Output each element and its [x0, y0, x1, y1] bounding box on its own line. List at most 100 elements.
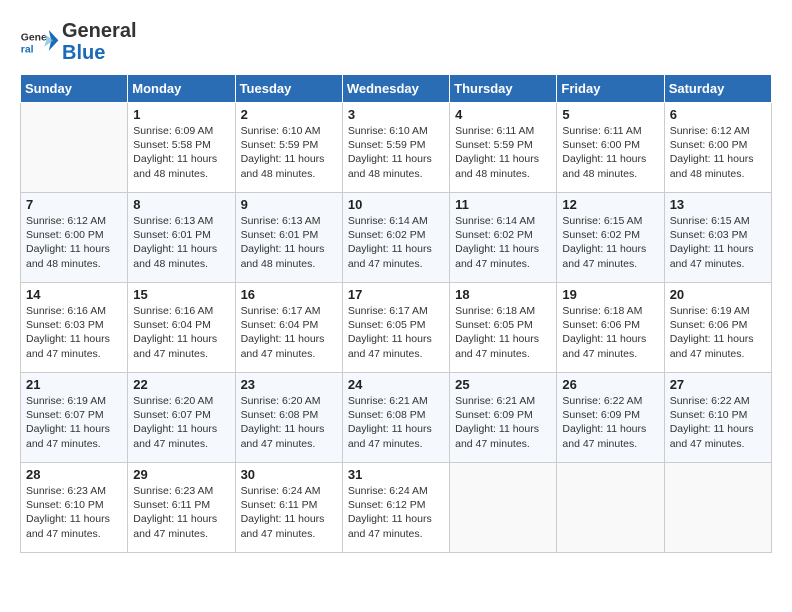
day-info: Sunrise: 6:19 AMSunset: 6:06 PMDaylight:… — [670, 304, 766, 361]
calendar-cell: 13 Sunrise: 6:15 AMSunset: 6:03 PMDayligh… — [664, 193, 771, 283]
weekday-header-tuesday: Tuesday — [235, 75, 342, 103]
calendar-cell: 9 Sunrise: 6:13 AMSunset: 6:01 PMDaylight… — [235, 193, 342, 283]
day-info: Sunrise: 6:15 AMSunset: 6:03 PMDaylight:… — [670, 214, 766, 271]
calendar-cell: 3 Sunrise: 6:10 AMSunset: 5:59 PMDaylight… — [342, 103, 449, 193]
day-info: Sunrise: 6:10 AMSunset: 5:59 PMDaylight:… — [241, 124, 337, 181]
calendar-cell: 14 Sunrise: 6:16 AMSunset: 6:03 PMDayligh… — [21, 283, 128, 373]
day-number: 14 — [26, 287, 122, 302]
day-number: 26 — [562, 377, 658, 392]
day-number: 8 — [133, 197, 229, 212]
day-info: Sunrise: 6:22 AMSunset: 6:10 PMDaylight:… — [670, 394, 766, 451]
calendar-cell: 26 Sunrise: 6:22 AMSunset: 6:09 PMDayligh… — [557, 373, 664, 463]
weekday-header-thursday: Thursday — [450, 75, 557, 103]
day-number: 27 — [670, 377, 766, 392]
day-number: 21 — [26, 377, 122, 392]
calendar-cell: 17Sunrise: 6:17 AMSunset: 6:05 PMDayligh… — [342, 283, 449, 373]
day-info: Sunrise: 6:21 AMSunset: 6:09 PMDaylight:… — [455, 394, 551, 451]
calendar-cell: 19 Sunrise: 6:18 AMSunset: 6:06 PMDayligh… — [557, 283, 664, 373]
svg-text:ral: ral — [21, 44, 34, 55]
calendar-cell: 1 Sunrise: 6:09 AMSunset: 5:58 PMDaylight… — [128, 103, 235, 193]
logo-blue-text: Blue — [62, 42, 105, 64]
day-number: 22 — [133, 377, 229, 392]
day-info: Sunrise: 6:16 AMSunset: 6:04 PMDaylight:… — [133, 304, 229, 361]
day-info: Sunrise: 6:24 AMSunset: 6:12 PMDaylight:… — [348, 484, 444, 541]
day-number: 4 — [455, 107, 551, 122]
day-number: 30 — [241, 467, 337, 482]
day-number: 15 — [133, 287, 229, 302]
day-number: 19 — [562, 287, 658, 302]
weekday-header-sunday: Sunday — [21, 75, 128, 103]
calendar-cell: 2Sunrise: 6:10 AMSunset: 5:59 PMDaylight… — [235, 103, 342, 193]
calendar-cell: 28Sunrise: 6:23 AMSunset: 6:10 PMDayligh… — [21, 463, 128, 553]
calendar-cell — [664, 463, 771, 553]
day-info: Sunrise: 6:18 AMSunset: 6:05 PMDaylight:… — [455, 304, 551, 361]
day-info: Sunrise: 6:12 AMSunset: 6:00 PMDaylight:… — [26, 214, 122, 271]
day-info: Sunrise: 6:20 AMSunset: 6:08 PMDaylight:… — [241, 394, 337, 451]
day-info: Sunrise: 6:13 AMSunset: 6:01 PMDaylight:… — [241, 214, 337, 271]
day-number: 7 — [26, 197, 122, 212]
day-number: 17 — [348, 287, 444, 302]
calendar-cell: 23Sunrise: 6:20 AMSunset: 6:08 PMDayligh… — [235, 373, 342, 463]
day-info: Sunrise: 6:23 AMSunset: 6:11 PMDaylight:… — [133, 484, 229, 541]
calendar-cell: 16 Sunrise: 6:17 AMSunset: 6:04 PMDayligh… — [235, 283, 342, 373]
day-number: 16 — [241, 287, 337, 302]
day-number: 11 — [455, 197, 551, 212]
day-number: 18 — [455, 287, 551, 302]
day-info: Sunrise: 6:10 AMSunset: 5:59 PMDaylight:… — [348, 124, 444, 181]
day-number: 9 — [241, 197, 337, 212]
calendar-week-4: 21Sunrise: 6:19 AMSunset: 6:07 PMDayligh… — [21, 373, 772, 463]
calendar-week-1: 1 Sunrise: 6:09 AMSunset: 5:58 PMDaylight… — [21, 103, 772, 193]
calendar-week-3: 14 Sunrise: 6:16 AMSunset: 6:03 PMDayligh… — [21, 283, 772, 373]
day-info: Sunrise: 6:09 AMSunset: 5:58 PMDaylight:… — [133, 124, 229, 181]
calendar-week-5: 28Sunrise: 6:23 AMSunset: 6:10 PMDayligh… — [21, 463, 772, 553]
day-info: Sunrise: 6:24 AMSunset: 6:11 PMDaylight:… — [241, 484, 337, 541]
day-number: 20 — [670, 287, 766, 302]
calendar-cell — [21, 103, 128, 193]
day-info: Sunrise: 6:14 AMSunset: 6:02 PMDaylight:… — [455, 214, 551, 271]
calendar-week-2: 7 Sunrise: 6:12 AMSunset: 6:00 PMDaylight… — [21, 193, 772, 283]
day-info: Sunrise: 6:12 AMSunset: 6:00 PMDaylight:… — [670, 124, 766, 181]
day-number: 25 — [455, 377, 551, 392]
weekday-header-wednesday: Wednesday — [342, 75, 449, 103]
logo: Gene ral Gene ral Blue — [20, 20, 137, 64]
calendar-cell: 27 Sunrise: 6:22 AMSunset: 6:10 PMDayligh… — [664, 373, 771, 463]
day-info: Sunrise: 6:14 AMSunset: 6:02 PMDaylight:… — [348, 214, 444, 271]
day-number: 13 — [670, 197, 766, 212]
calendar-cell: 29Sunrise: 6:23 AMSunset: 6:11 PMDayligh… — [128, 463, 235, 553]
day-info: Sunrise: 6:22 AMSunset: 6:09 PMDaylight:… — [562, 394, 658, 451]
calendar-cell: 5Sunrise: 6:11 AMSunset: 6:00 PMDaylight… — [557, 103, 664, 193]
day-number: 1 — [133, 107, 229, 122]
day-number: 6 — [670, 107, 766, 122]
calendar-cell: 6 Sunrise: 6:12 AMSunset: 6:00 PMDaylight… — [664, 103, 771, 193]
day-info: Sunrise: 6:11 AMSunset: 6:00 PMDaylight:… — [562, 124, 658, 181]
calendar-cell: 25 Sunrise: 6:21 AMSunset: 6:09 PMDayligh… — [450, 373, 557, 463]
day-info: Sunrise: 6:18 AMSunset: 6:06 PMDaylight:… — [562, 304, 658, 361]
weekday-header-monday: Monday — [128, 75, 235, 103]
weekday-header-friday: Friday — [557, 75, 664, 103]
calendar-cell: 21Sunrise: 6:19 AMSunset: 6:07 PMDayligh… — [21, 373, 128, 463]
calendar-cell: 15 Sunrise: 6:16 AMSunset: 6:04 PMDayligh… — [128, 283, 235, 373]
logo-general-text: Gene — [62, 20, 112, 42]
calendar-cell: 30 Sunrise: 6:24 AMSunset: 6:11 PMDayligh… — [235, 463, 342, 553]
calendar-cell — [557, 463, 664, 553]
day-info: Sunrise: 6:21 AMSunset: 6:08 PMDaylight:… — [348, 394, 444, 451]
weekday-header-saturday: Saturday — [664, 75, 771, 103]
day-number: 10 — [348, 197, 444, 212]
calendar-cell: 24 Sunrise: 6:21 AMSunset: 6:08 PMDayligh… — [342, 373, 449, 463]
day-number: 24 — [348, 377, 444, 392]
logo-svg: Gene ral — [20, 22, 60, 62]
calendar-cell: 7 Sunrise: 6:12 AMSunset: 6:00 PMDaylight… — [21, 193, 128, 283]
calendar-cell: 22Sunrise: 6:20 AMSunset: 6:07 PMDayligh… — [128, 373, 235, 463]
calendar-cell: 12 Sunrise: 6:15 AMSunset: 6:02 PMDayligh… — [557, 193, 664, 283]
calendar-cell: 10 Sunrise: 6:14 AMSunset: 6:02 PMDayligh… — [342, 193, 449, 283]
day-info: Sunrise: 6:16 AMSunset: 6:03 PMDaylight:… — [26, 304, 122, 361]
calendar-cell: 8Sunrise: 6:13 AMSunset: 6:01 PMDaylight… — [128, 193, 235, 283]
calendar-cell — [450, 463, 557, 553]
calendar-cell: 18 Sunrise: 6:18 AMSunset: 6:05 PMDayligh… — [450, 283, 557, 373]
day-number: 3 — [348, 107, 444, 122]
calendar-table: SundayMondayTuesdayWednesdayThursdayFrid… — [20, 74, 772, 553]
day-number: 12 — [562, 197, 658, 212]
day-info: Sunrise: 6:17 AMSunset: 6:04 PMDaylight:… — [241, 304, 337, 361]
day-info: Sunrise: 6:23 AMSunset: 6:10 PMDaylight:… — [26, 484, 122, 541]
day-info: Sunrise: 6:15 AMSunset: 6:02 PMDaylight:… — [562, 214, 658, 271]
